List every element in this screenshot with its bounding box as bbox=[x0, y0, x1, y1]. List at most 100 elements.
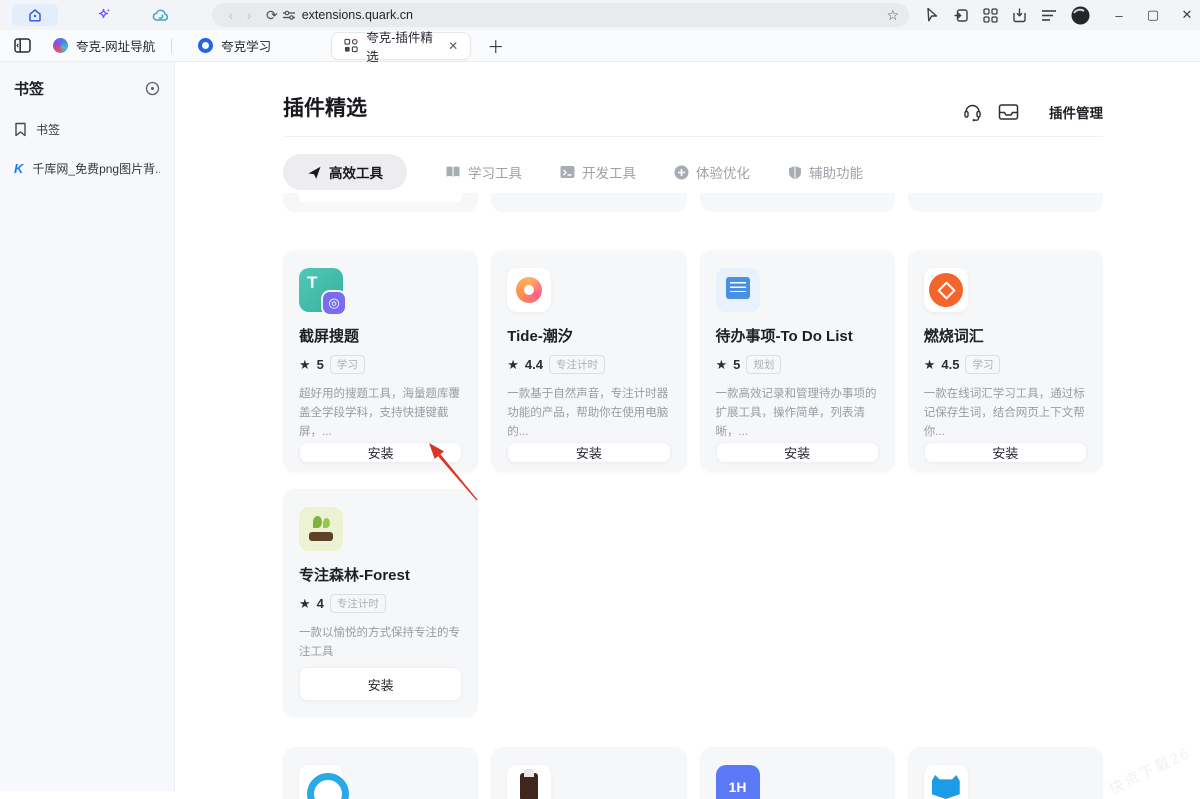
plugin-icon-jieping: T bbox=[299, 268, 343, 312]
plugin-cards-row-1: T截屏搜题★5学习超好用的搜题工具，海量题库覆盖全学段学科，支持快捷键截屏，..… bbox=[283, 250, 1103, 472]
category-tab-accessibility[interactable]: 辅助功能 bbox=[788, 162, 863, 182]
star-icon: ★ bbox=[299, 596, 311, 612]
headset-icon[interactable] bbox=[963, 102, 982, 122]
apps-grid-icon[interactable] bbox=[983, 8, 998, 23]
close-tab-icon[interactable]: ✕ bbox=[448, 39, 458, 53]
cursor-icon[interactable] bbox=[925, 7, 939, 23]
plugin-card-partial: 1H bbox=[700, 747, 895, 799]
quark-nav-favicon bbox=[53, 38, 68, 53]
star-icon: ★ bbox=[924, 357, 936, 373]
category-label: 开发工具 bbox=[582, 162, 636, 182]
plugin-icon-tide bbox=[507, 268, 551, 312]
plugin-icon-forest bbox=[299, 507, 343, 551]
category-label: 体验优化 bbox=[696, 162, 750, 182]
book-icon bbox=[445, 165, 461, 179]
inbox-icon[interactable] bbox=[998, 103, 1019, 121]
install-button[interactable]: 安装 bbox=[716, 442, 879, 463]
plugin-rating: 4 bbox=[317, 596, 324, 611]
plugin-card-截屏搜题: T 截屏搜题 ★5学习超好用的搜题工具，海量题库覆盖全学段学科，支持快捷键截屏，..… bbox=[283, 250, 478, 472]
send-icon bbox=[307, 165, 322, 180]
category-tab-learning[interactable]: 学习工具 bbox=[445, 162, 522, 182]
minimize-button[interactable]: – bbox=[1112, 8, 1126, 23]
url-text[interactable]: extensions.quark.cn bbox=[302, 8, 887, 22]
category-tab-efficiency[interactable]: 高效工具 bbox=[283, 154, 407, 190]
sidebar-item-label: 千库网_免费png图片背... bbox=[32, 160, 160, 177]
maximize-button[interactable]: ▢ bbox=[1146, 7, 1160, 23]
shield-icon bbox=[788, 165, 802, 180]
category-tabs: 高效工具 学习工具 开发工具 体验优化 辅助功能 bbox=[283, 154, 1103, 190]
plugin-manage-button[interactable]: 插件管理 bbox=[1049, 102, 1103, 122]
plugin-meta: ★5学习 bbox=[299, 355, 462, 374]
sidebar-toggle-icon[interactable] bbox=[14, 38, 31, 53]
tab-label: 夸克-插件精选 bbox=[366, 27, 440, 65]
header-divider bbox=[283, 136, 1103, 137]
download-icon[interactable] bbox=[1012, 7, 1027, 23]
install-button[interactable]: 安装 bbox=[299, 442, 462, 463]
plugin-card-专注森林-Forest: 专注森林-Forest★4专注计时一款以愉悦的方式保持专注的专注工具安装 bbox=[283, 489, 478, 717]
plugin-title: 专注森林-Forest bbox=[299, 564, 462, 585]
plugin-icon-bottle bbox=[507, 765, 551, 799]
plugin-description: 一款基于自然声音，专注计时器功能的产品，帮助你在使用电脑的... bbox=[507, 385, 670, 442]
sidebar-settings-icon[interactable] bbox=[145, 81, 160, 96]
avatar[interactable] bbox=[1071, 6, 1090, 25]
plugin-title: 燃烧词汇 bbox=[924, 325, 1087, 346]
plugin-icon-quark-o bbox=[299, 765, 343, 799]
plugin-meta: ★5规划 bbox=[716, 355, 879, 374]
plugin-tag: 专注计时 bbox=[549, 355, 605, 374]
extensions-favicon bbox=[344, 38, 358, 53]
ai-sparkle-icon bbox=[95, 7, 112, 24]
forward-icon[interactable]: › bbox=[240, 7, 258, 23]
tab-quark-learn[interactable]: 夸克学习 bbox=[186, 36, 283, 55]
icon-glyph: T bbox=[307, 273, 317, 293]
plus-circle-icon bbox=[674, 165, 689, 180]
plugin-title: 截屏搜题 bbox=[299, 325, 462, 346]
plugin-icon-1h: 1H bbox=[716, 765, 760, 799]
install-button[interactable]: 安装 bbox=[299, 667, 462, 701]
star-icon: ★ bbox=[299, 357, 311, 373]
plugin-title: Tide-潮汐 bbox=[507, 325, 670, 346]
address-bar[interactable]: ‹ › ⟳ extensions.quark.cn ☆ bbox=[212, 3, 909, 27]
plugin-tag: 学习 bbox=[965, 355, 1000, 374]
tab-plugin-featured-active[interactable]: 夸克-插件精选 ✕ bbox=[331, 32, 471, 60]
tab-separator bbox=[171, 39, 172, 53]
plugin-description: 一款以愉悦的方式保持专注的专注工具 bbox=[299, 624, 462, 662]
cloud-button[interactable] bbox=[146, 4, 176, 26]
plugin-meta: ★4专注计时 bbox=[299, 594, 462, 613]
plugin-card-Tide-潮汐: Tide-潮汐 ★4.4专注计时一款基于自然声音，专注计时器功能的产品，帮助你在使… bbox=[491, 250, 686, 472]
terminal-icon bbox=[560, 165, 575, 179]
star-icon: ★ bbox=[507, 357, 519, 373]
new-tab-button[interactable]: ＋ bbox=[487, 33, 504, 58]
bookmark-icon bbox=[14, 122, 27, 137]
plugin-description: 超好用的搜题工具，海量题库覆盖全学段学科，支持快捷键截屏，... bbox=[299, 385, 462, 442]
plugin-card-partial bbox=[908, 747, 1103, 799]
close-button[interactable]: ✕ bbox=[1180, 7, 1194, 23]
home-icon bbox=[27, 7, 43, 23]
menu-icon[interactable] bbox=[1041, 9, 1057, 21]
pinned-tab-quark-nav[interactable]: 夸克-网址导航 bbox=[53, 36, 155, 55]
plugin-tag: 学习 bbox=[330, 355, 365, 374]
tune-icon[interactable] bbox=[282, 9, 296, 21]
refresh-icon[interactable]: ⟳ bbox=[266, 7, 278, 24]
category-tab-dev[interactable]: 开发工具 bbox=[560, 162, 636, 182]
plugin-meta: ★4.4专注计时 bbox=[507, 355, 670, 374]
back-icon[interactable]: ‹ bbox=[222, 7, 240, 23]
bookmarks-sidebar: 书签 书签 K 千库网_免费png图片背... bbox=[0, 62, 175, 791]
bookmark-star-icon[interactable]: ☆ bbox=[886, 7, 899, 24]
plugin-cards-row-3: 1H bbox=[283, 747, 1103, 799]
home-button[interactable] bbox=[12, 4, 58, 26]
install-button[interactable]: 安装 bbox=[507, 442, 670, 463]
plugin-rating: 5 bbox=[733, 357, 740, 372]
category-label: 辅助功能 bbox=[809, 162, 863, 182]
plugin-card-partial bbox=[283, 747, 478, 799]
category-label: 高效工具 bbox=[329, 162, 383, 182]
install-button[interactable]: 安装 bbox=[924, 442, 1087, 463]
star-icon: ★ bbox=[716, 357, 728, 373]
page-title: 插件精选 bbox=[283, 92, 367, 122]
ai-assistant-button[interactable] bbox=[88, 4, 118, 26]
add-window-icon[interactable] bbox=[953, 8, 969, 23]
category-tab-experience[interactable]: 体验优化 bbox=[674, 162, 750, 182]
main-content: 插件精选 插件管理 高效工具 学习工具 bbox=[175, 62, 1200, 791]
sidebar-item-bookmarks[interactable]: 书签 bbox=[14, 121, 160, 138]
plugin-description: 一款在线词汇学习工具，通过标记保存生词，结合网页上下文帮你... bbox=[924, 385, 1087, 442]
sidebar-item-qianku[interactable]: K 千库网_免费png图片背... bbox=[14, 160, 160, 177]
